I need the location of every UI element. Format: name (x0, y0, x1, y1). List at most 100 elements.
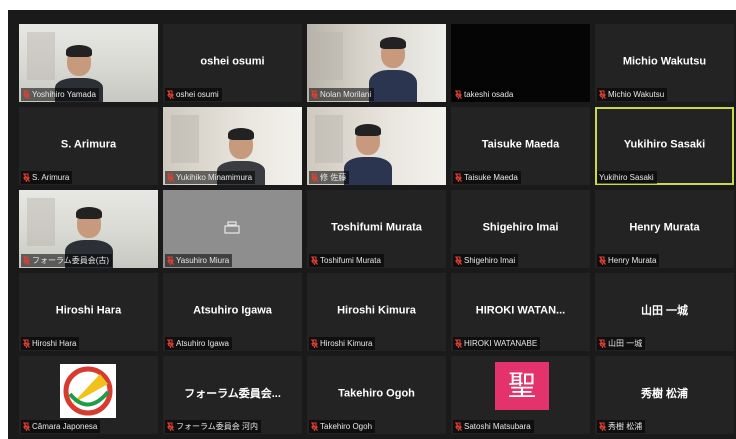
participant-tile[interactable]: S. Arimura S. Arimura (19, 107, 158, 185)
muted-mic-icon (23, 173, 30, 182)
participant-tile[interactable]: 聖 Satoshi Matsubara (451, 356, 590, 434)
participant-tile[interactable]: Atsuhiro Igawa Atsuhiro Igawa (163, 273, 302, 351)
participant-tile[interactable]: Yasuhiro Miura (163, 190, 302, 268)
participant-name-text: Henry Murata (608, 256, 657, 265)
muted-mic-icon (455, 256, 462, 265)
participant-name-text: Takehiro Ogoh (320, 422, 373, 431)
participant-name-text: フォーラム委員会 河内 (176, 422, 258, 431)
participant-name-label: oshei osumi (165, 88, 222, 101)
participant-name-label: Yoshihiro Yamada (21, 88, 99, 101)
participant-tile[interactable]: Taisuke Maeda Taisuke Maeda (451, 107, 590, 185)
participant-name-label: HIROKI WATANABE (453, 337, 541, 350)
participant-display-name: フォーラム委員会... (184, 388, 281, 401)
participant-name-text: Atsuhiro Igawa (176, 339, 229, 348)
participant-tile[interactable]: Toshifumi Murata Toshifumi Murata (307, 190, 446, 268)
participant-name-text: Nolan Morilani (320, 90, 372, 99)
participant-name-text: Hiroshi Hara (32, 339, 77, 348)
participant-name-label: Hiroshi Hara (21, 337, 80, 350)
participant-tile[interactable]: Takehiro Ogoh Takehiro Ogoh (307, 356, 446, 434)
chamber-logo (60, 364, 116, 418)
participant-display-name: 山田 一城 (640, 305, 689, 318)
background-shelf (171, 115, 199, 163)
participant-name-text: 秀樹 松浦 (608, 422, 643, 431)
muted-mic-icon (311, 256, 318, 265)
camera-placeholder-icon (224, 221, 240, 234)
muted-mic-icon (311, 339, 318, 348)
participant-name-label: takeshi osada (453, 88, 517, 101)
muted-mic-icon (311, 90, 318, 99)
participant-tile[interactable]: Yukihiko Minamimura (163, 107, 302, 185)
participant-display-name: Atsuhiro Igawa (193, 304, 272, 317)
participant-display-name: oshei osumi (200, 55, 265, 68)
participant-name-label: Takehiro Ogoh (309, 420, 376, 433)
muted-mic-icon (599, 256, 606, 265)
muted-mic-icon (167, 90, 174, 99)
muted-mic-icon (167, 256, 174, 265)
participant-name-text: Yukihiro Sasaki (599, 173, 654, 182)
participant-name-text: 山田 一城 (608, 339, 643, 348)
muted-mic-icon (23, 90, 30, 99)
participant-tile[interactable]: 修 佐藤 (307, 107, 446, 185)
participant-tile[interactable]: HIROKI WATAN... HIROKI WATANABE (451, 273, 590, 351)
participant-name-text: Hiroshi Kimura (320, 339, 373, 348)
muted-mic-icon (23, 339, 30, 348)
participant-name-text: S. Arimura (32, 173, 70, 182)
participant-display-name: Michio Wakutsu (622, 55, 707, 68)
participant-name-text: HIROKI WATANABE (464, 339, 538, 348)
participant-name-label: Toshifumi Murata (309, 254, 384, 267)
participant-name-label: S. Arimura (21, 171, 73, 184)
muted-mic-icon (167, 173, 174, 182)
participant-tile[interactable]: takeshi osada (451, 24, 590, 102)
muted-mic-icon (599, 90, 606, 99)
participant-name-label: 修 佐藤 (309, 171, 350, 184)
muted-mic-icon (599, 422, 606, 431)
participant-name-label: 山田 一城 (597, 337, 646, 350)
participant-tile[interactable]: 山田 一城 山田 一城 (595, 273, 734, 351)
participant-tile[interactable]: oshei osumi oshei osumi (163, 24, 302, 102)
participant-name-label: Yukihiro Sasaki (597, 171, 657, 184)
participant-tile[interactable]: Yukihiro Sasaki Yukihiro Sasaki (595, 107, 734, 185)
participant-tile[interactable]: Yoshihiro Yamada (19, 24, 158, 102)
participant-name-label: Satoshi Matsubara (453, 420, 534, 433)
participant-tile[interactable]: Michio Wakutsu Michio Wakutsu (595, 24, 734, 102)
participant-name-label: Taisuke Maeda (453, 171, 521, 184)
participant-tile[interactable]: Hiroshi Hara Hiroshi Hara (19, 273, 158, 351)
participant-tile[interactable]: Câmara Japonesa (19, 356, 158, 434)
participant-name-label: Nolan Morilani (309, 88, 375, 101)
participant-display-name: Hiroshi Kimura (337, 304, 416, 317)
participant-name-text: Toshifumi Murata (320, 256, 381, 265)
participant-name-label: Michio Wakutsu (597, 88, 668, 101)
participant-tile[interactable]: フォーラム委員会(古) (19, 190, 158, 268)
participant-tile[interactable]: Henry Murata Henry Murata (595, 190, 734, 268)
participant-tile[interactable]: Nolan Morilani (307, 24, 446, 102)
muted-mic-icon (455, 90, 462, 99)
muted-mic-icon (167, 339, 174, 348)
background-shelf (27, 32, 55, 80)
meeting-gallery: Yoshihiro Yamada oshei osumi oshei osumi No… (8, 10, 736, 439)
background-shelf (315, 32, 343, 80)
avatar: 聖 (495, 362, 549, 410)
participant-display-name: Hiroshi Hara (55, 304, 122, 317)
participant-name-label: Hiroshi Kimura (309, 337, 376, 350)
participant-tile[interactable]: Shigehiro Imai Shigehiro Imai (451, 190, 590, 268)
participant-name-label: Henry Murata (597, 254, 660, 267)
participant-tile[interactable]: フォーラム委員会... フォーラム委員会 河内 (163, 356, 302, 434)
muted-mic-icon (23, 256, 30, 265)
participant-name-text: Taisuke Maeda (464, 173, 518, 182)
participant-name-label: Yukihiko Minamimura (165, 171, 256, 184)
muted-mic-icon (311, 422, 318, 431)
participant-display-name: S. Arimura (60, 138, 117, 151)
participant-name-label: フォーラム委員会 河内 (165, 420, 261, 433)
participant-display-name: Shigehiro Imai (482, 221, 559, 234)
participant-name-text: Yoshihiro Yamada (32, 90, 96, 99)
participant-name-label: Yasuhiro Miura (165, 254, 233, 267)
participant-display-name: Yukihiro Sasaki (623, 138, 706, 151)
participant-grid: Yoshihiro Yamada oshei osumi oshei osumi No… (19, 24, 734, 434)
participant-name-label: Shigehiro Imai (453, 254, 519, 267)
participant-name-text: Satoshi Matsubara (464, 422, 531, 431)
participant-name-text: Yukihiko Minamimura (176, 173, 253, 182)
participant-tile[interactable]: 秀樹 松浦 秀樹 松浦 (595, 356, 734, 434)
participant-tile[interactable]: Hiroshi Kimura Hiroshi Kimura (307, 273, 446, 351)
participant-display-name: Henry Murata (629, 221, 700, 234)
participant-name-label: フォーラム委員会(古) (21, 254, 113, 267)
